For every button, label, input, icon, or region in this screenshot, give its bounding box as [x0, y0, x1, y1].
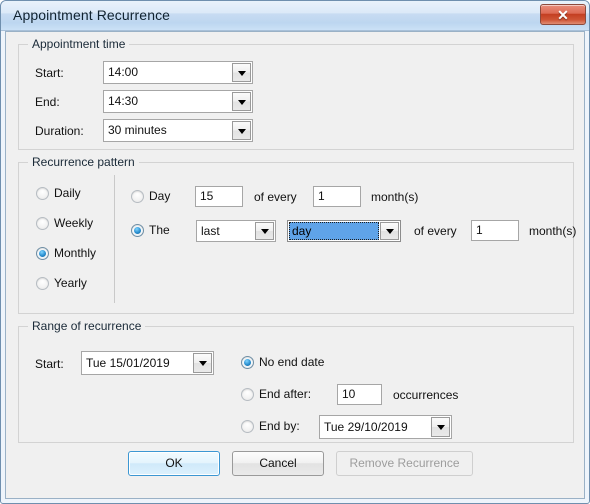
day-of-every-label: of every	[254, 190, 297, 204]
duration-combobox[interactable]: 30 minutes	[103, 119, 253, 142]
radio-knob-icon	[241, 356, 254, 369]
the-months-label: month(s)	[529, 224, 577, 238]
close-x-icon: ✕	[557, 7, 569, 23]
range-of-recurrence-group-title: Range of recurrence	[28, 319, 146, 333]
chevron-down-icon	[436, 425, 445, 430]
duration-label: Duration:	[35, 124, 84, 138]
chevron-down-icon	[237, 128, 246, 134]
title-bar: Appointment Recurrence ✕	[1, 1, 589, 31]
occurrences-input[interactable]: 10	[337, 384, 382, 405]
end-time-dropdown-button[interactable]	[232, 92, 251, 111]
recurrence-pattern-group-title: Recurrence pattern	[28, 155, 139, 169]
start-time-combobox[interactable]: 14:00	[103, 61, 253, 84]
radio-knob-icon	[131, 224, 144, 237]
radio-knob-icon	[36, 187, 49, 200]
end-by-date-dropdown-button[interactable]	[431, 417, 450, 437]
end-by-date-value: Tue 29/10/2019	[324, 420, 408, 434]
range-start-date-value: Tue 15/01/2019	[86, 356, 170, 370]
window-title: Appointment Recurrence	[13, 7, 171, 23]
radio-no-end-date-label: No end date	[259, 355, 325, 369]
the-of-every-label: of every	[414, 224, 457, 238]
end-by-date-combobox[interactable]: Tue 29/10/2019	[319, 415, 452, 439]
radio-end-by-label: End by:	[259, 419, 300, 433]
dialog-client-area: Appointment time Start: 14:00 End: 14:30…	[5, 31, 585, 499]
appointment-recurrence-dialog: Appointment Recurrence ✕ Appointment tim…	[0, 0, 590, 504]
start-time-value: 14:00	[108, 65, 139, 79]
remove-recurrence-button: Remove Recurrence	[336, 451, 473, 476]
appointment-time-group: Appointment time Start: 14:00 End: 14:30…	[18, 37, 574, 150]
close-button[interactable]: ✕	[540, 4, 586, 25]
ordinal-value: last	[201, 224, 220, 238]
weekday-dropdown-button[interactable]	[380, 222, 399, 240]
radio-knob-icon	[131, 190, 144, 203]
end-time-value: 14:30	[108, 94, 139, 108]
radio-knob-icon	[36, 217, 49, 230]
day-months-label: month(s)	[371, 190, 419, 204]
pattern-column-separator	[114, 175, 115, 303]
ordinal-combobox[interactable]: last	[196, 220, 276, 242]
radio-yearly-label: Yearly	[54, 276, 87, 290]
range-start-label: Start:	[35, 357, 64, 371]
duration-value: 30 minutes	[108, 123, 167, 137]
range-of-recurrence-group: Range of recurrence Start: Tue 15/01/201…	[18, 319, 574, 443]
ok-button[interactable]: OK	[128, 451, 220, 476]
the-month-interval-input[interactable]: 1	[471, 220, 519, 241]
radio-monthly-label: Monthly	[54, 246, 97, 260]
duration-dropdown-button[interactable]	[232, 121, 251, 140]
range-start-date-dropdown-button[interactable]	[193, 353, 212, 373]
start-time-dropdown-button[interactable]	[232, 63, 251, 82]
ordinal-dropdown-button[interactable]	[255, 222, 274, 240]
radio-weekly-label: Weekly	[54, 216, 94, 230]
chevron-down-icon	[198, 361, 207, 366]
chevron-down-icon	[237, 70, 246, 76]
end-time-label: End:	[35, 95, 60, 109]
radio-knob-icon	[36, 277, 49, 290]
chevron-down-icon	[385, 229, 394, 234]
radio-knob-icon	[241, 420, 254, 433]
radio-knob-icon	[36, 247, 49, 260]
chevron-down-icon	[237, 99, 246, 105]
end-time-combobox[interactable]: 14:30	[103, 90, 253, 113]
radio-end-after-label: End after:	[259, 387, 312, 401]
occurrences-label: occurrences	[393, 388, 459, 402]
weekday-value: day	[289, 222, 379, 240]
chevron-down-icon	[260, 229, 269, 234]
radio-day-label: Day	[149, 189, 171, 203]
radio-knob-icon	[241, 388, 254, 401]
day-number-input[interactable]: 15	[195, 186, 243, 207]
start-time-label: Start:	[35, 66, 64, 80]
radio-daily-label: Daily	[54, 186, 81, 200]
radio-the-label: The	[149, 223, 170, 237]
appointment-time-group-title: Appointment time	[28, 37, 130, 51]
cancel-button[interactable]: Cancel	[232, 451, 324, 476]
weekday-combobox[interactable]: day	[287, 220, 401, 242]
range-start-date-combobox[interactable]: Tue 15/01/2019	[81, 351, 214, 375]
day-month-interval-input[interactable]: 1	[313, 186, 361, 207]
recurrence-pattern-group: Recurrence pattern Daily Weekly Monthly …	[18, 155, 577, 314]
